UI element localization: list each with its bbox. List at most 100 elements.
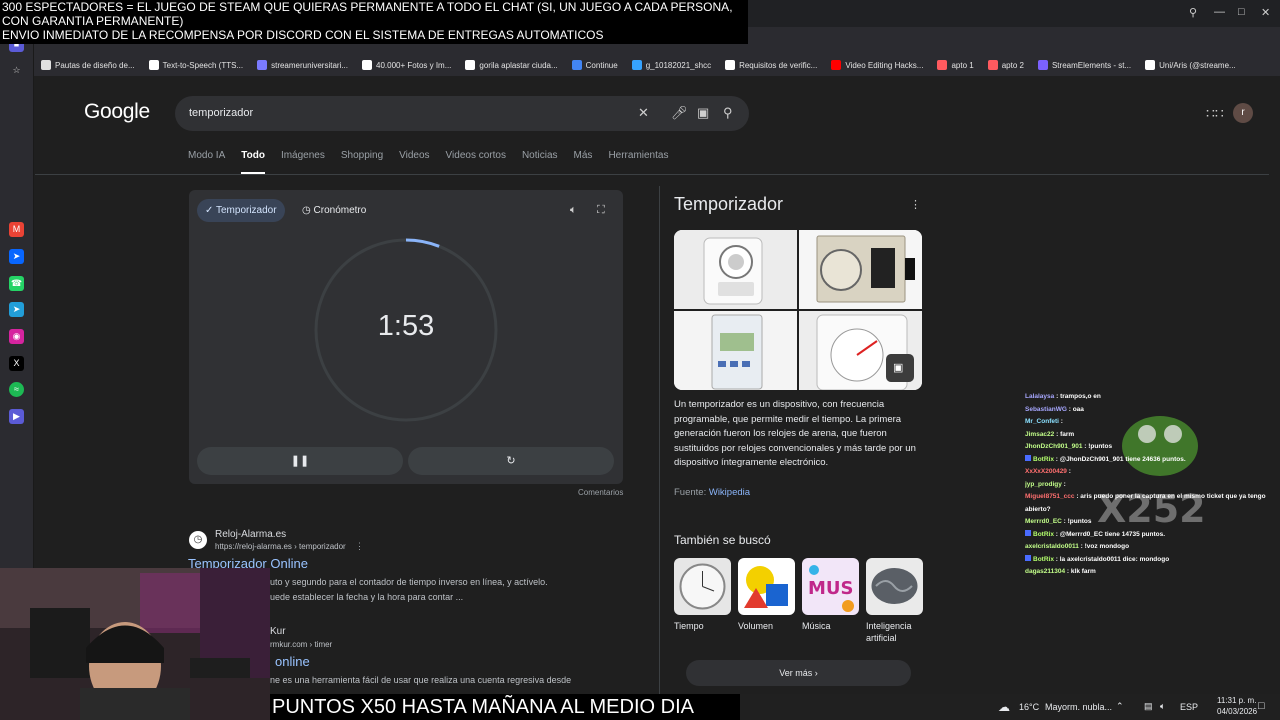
bookmark-item[interactable]: Uni/Aris (@streame... (1138, 54, 1243, 76)
tab-videos[interactable]: Videos (399, 150, 429, 168)
instagram-icon[interactable]: ◉ (9, 329, 24, 344)
chat-text: @JhonDzCh901_901 tiene 24636 puntos. (1059, 455, 1186, 463)
x-icon[interactable]: X (9, 356, 24, 371)
weather-temp[interactable]: 16°C (1019, 702, 1039, 712)
result-site[interactable]: Kur (270, 626, 286, 637)
timer-image-2[interactable] (799, 230, 922, 309)
spotify-icon[interactable]: ≈ (9, 382, 24, 397)
timer-image-4[interactable] (799, 311, 922, 390)
chat-username: XxXxX200429 (1025, 468, 1067, 475)
chat-username: SebastianWG (1025, 405, 1067, 413)
more-options-icon[interactable]: ⋮ (910, 198, 921, 211)
chat-separator: : (1066, 468, 1071, 475)
timer-image-1[interactable] (674, 230, 797, 309)
tab-herramientas[interactable]: Herramientas (608, 150, 668, 168)
tab-modo-ia[interactable]: Modo IA (188, 150, 225, 168)
bookmark-item[interactable]: g_10182021_shcc (625, 54, 718, 76)
google-logo[interactable]: Google (84, 100, 150, 124)
result-url[interactable]: rmkur.com › timer (270, 640, 332, 649)
tab-más[interactable]: Más (574, 150, 593, 168)
avatar[interactable]: r (1233, 103, 1253, 123)
comments-link[interactable]: Comentarios (578, 488, 623, 497)
tray-chevron-icon[interactable]: ⌃ (1116, 701, 1124, 712)
microphone-icon[interactable]: 🎤︎ (671, 105, 688, 121)
related-label[interactable]: Volumen (738, 620, 800, 632)
tab-imágenes[interactable]: Imágenes (281, 150, 325, 168)
timer-image-3[interactable] (674, 311, 797, 390)
related-label[interactable]: Inteligencia artificial (866, 620, 928, 644)
google-icon (465, 60, 476, 70)
messenger-icon[interactable]: ➤ (9, 249, 24, 264)
maximize-icon[interactable]: □ (1238, 6, 1245, 18)
star-icon[interactable]: ☆ (9, 63, 24, 78)
bookmark-label: gorila aplastar ciuda... (479, 60, 558, 70)
airbnb-icon (937, 60, 948, 70)
bookmark-item[interactable]: apto 2 (981, 54, 1031, 76)
tab-stopwatch[interactable]: ◷ Cronómetro (294, 199, 374, 222)
chat-separator: : (1061, 480, 1066, 488)
gmail-icon[interactable]: M (9, 222, 24, 237)
tab-noticias[interactable]: Noticias (522, 150, 558, 168)
player-icon[interactable]: ▶ (9, 409, 24, 424)
weather-icon[interactable]: ☁ (998, 700, 1010, 714)
tab-timer[interactable]: ✓ Temporizador (197, 199, 285, 222)
bookmark-item[interactable]: Continue (565, 54, 625, 76)
tab-todo[interactable]: Todo (241, 150, 265, 174)
banner-line: 300 ESPECTADORES = EL JUEGO DE STEAM QUE… (2, 0, 733, 14)
bookmark-item[interactable]: Requisitos de verific... (718, 54, 824, 76)
tab-shopping[interactable]: Shopping (341, 150, 383, 168)
fullscreen-icon[interactable]: ⛶ (597, 204, 605, 217)
network-icon[interactable]: ▤ (1144, 701, 1153, 712)
clear-icon[interactable]: ✕ (638, 105, 649, 121)
search-icon[interactable]: ⚲ (1189, 6, 1197, 19)
weather-desc[interactable]: Mayorm. nubla... (1045, 702, 1112, 712)
result-site[interactable]: Reloj-Alarma.es (215, 529, 286, 540)
telegram-icon[interactable]: ➤ (9, 302, 24, 317)
pause-button[interactable]: ❚❚ (197, 447, 403, 475)
related-thumb-tiempo[interactable] (674, 558, 731, 615)
whatsapp-icon[interactable]: ☎ (9, 276, 24, 291)
bookmark-item[interactable]: gorila aplastar ciuda... (458, 54, 564, 76)
related-thumb-ia[interactable] (866, 558, 923, 615)
result-url[interactable]: https://reloj-alarma.es › temporizador (215, 542, 346, 551)
minimize-icon[interactable]: — (1214, 6, 1225, 18)
close-icon[interactable]: ✕ (1261, 6, 1270, 19)
volume-icon[interactable]: 🔈︎ (1160, 701, 1165, 712)
bookmark-item[interactable]: streameruniversitari... (250, 54, 355, 76)
chat-text: farm (1060, 430, 1075, 438)
search-icon[interactable]: ⚲ (723, 105, 733, 121)
chat-message: Lalalaysa : trampos,o en (1025, 391, 1275, 404)
bookmark-label: Pautas de diseño de... (55, 60, 135, 70)
bookmark-item[interactable]: Pautas de diseño de... (34, 54, 142, 76)
related-thumb-volumen[interactable] (738, 558, 795, 615)
more-options-icon[interactable]: ⋮ (355, 541, 364, 552)
bookmark-item[interactable]: Text-to-Speech (TTS... (142, 54, 250, 76)
search-query[interactable]: temporizador (189, 107, 253, 119)
chat-text: aris puedo poner la captura en el mismo … (1080, 493, 1266, 500)
language-indicator[interactable]: ESP (1180, 702, 1198, 712)
bookmark-label: Requisitos de verific... (739, 60, 818, 70)
notification-icon[interactable]: □ (1258, 700, 1265, 712)
search-input[interactable] (175, 96, 749, 131)
related-label[interactable]: Música (802, 620, 864, 632)
source-link[interactable]: Wikipedia (709, 487, 750, 498)
bookmark-item[interactable]: 40.000+ Fotos y Im... (355, 54, 458, 76)
bookmark-item[interactable]: Video Editing Hacks... (824, 54, 930, 76)
sound-icon[interactable]: 🔈︎ (570, 204, 577, 217)
image-search-icon[interactable]: ▣ (893, 361, 903, 374)
tab-videos-cortos[interactable]: Videos cortos (446, 150, 506, 168)
doc-icon (41, 60, 51, 70)
bookmark-item[interactable]: StreamElements - st... (1031, 54, 1138, 76)
result-title[interactable]: online (275, 654, 310, 669)
apps-grid-icon[interactable]: ∷∷ (1206, 105, 1224, 122)
result-snippet: ne es una herramienta fácil de usar que … (270, 675, 572, 685)
chat-username: Jimsac22 (1025, 430, 1055, 438)
related-thumb-musica[interactable]: MUS (802, 558, 859, 615)
lens-icon[interactable]: ▣ (697, 105, 709, 121)
related-label[interactable]: Tiempo (674, 620, 736, 632)
clock-time[interactable]: 11:31 p. m. (1217, 696, 1256, 705)
see-more-button[interactable]: Ver más › (686, 660, 911, 686)
reset-button[interactable]: ↻ (408, 447, 614, 475)
clock-date[interactable]: 04/03/2026 (1217, 707, 1257, 716)
bookmark-item[interactable]: apto 1 (930, 54, 980, 76)
